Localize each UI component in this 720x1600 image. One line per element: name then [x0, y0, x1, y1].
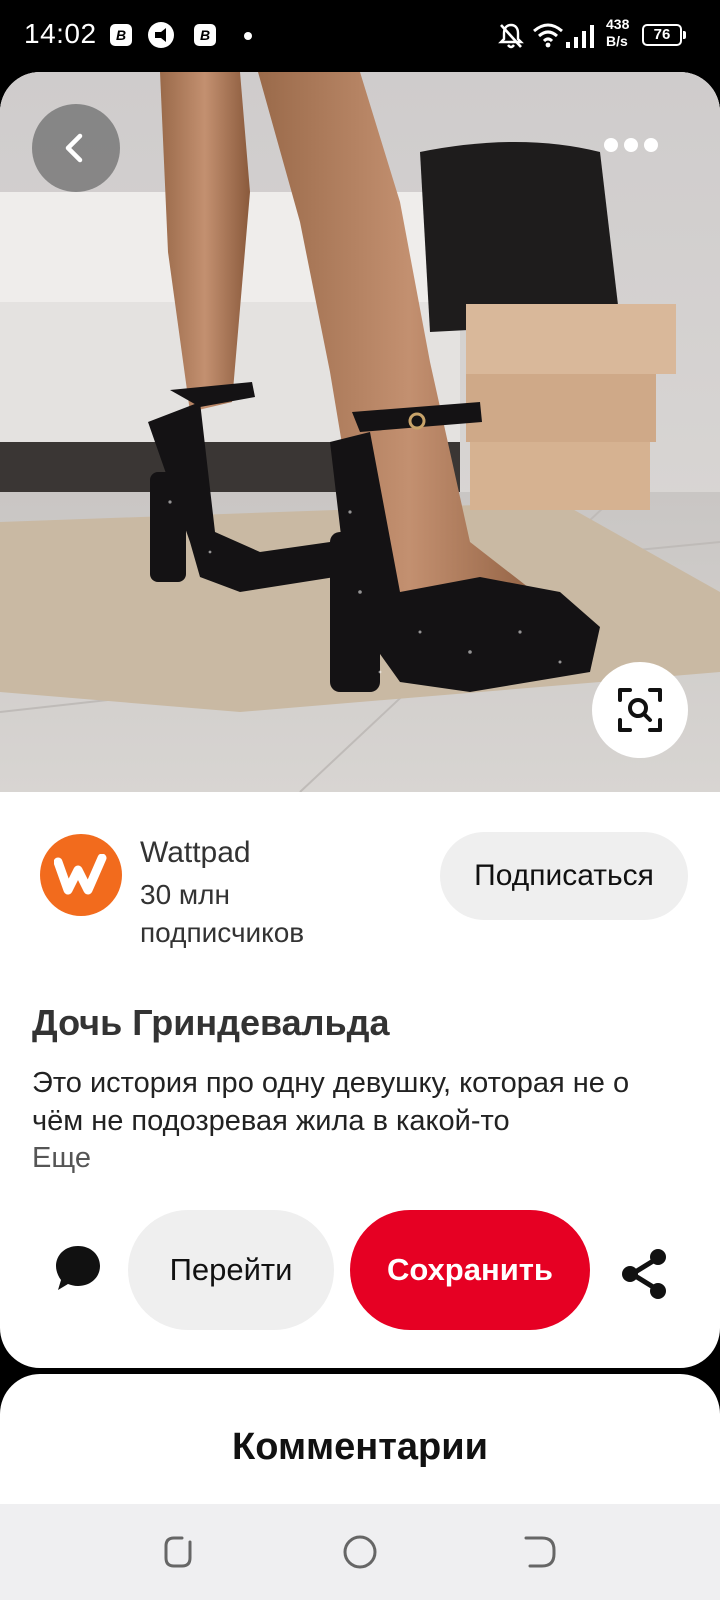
network-speed-value: 438 — [606, 16, 630, 32]
pin-image[interactable] — [0, 72, 720, 792]
comments-title: Комментарии — [232, 1426, 488, 1468]
back-arrow-icon — [65, 133, 83, 163]
avatar[interactable] — [40, 834, 122, 916]
dot-icon — [244, 32, 252, 40]
visual-search-icon — [618, 688, 662, 732]
creator-row: Wattpad 30 млн подписчиков Подписаться — [0, 808, 720, 968]
more-dots-icon[interactable] — [600, 124, 660, 168]
save-button[interactable]: Сохранить — [350, 1210, 590, 1330]
network-speed: 438 B/s — [606, 16, 629, 50]
comment-icon[interactable] — [54, 1244, 102, 1292]
mute-bell-icon — [498, 23, 524, 49]
signal-icon — [566, 25, 594, 48]
pin-card: Wattpad 30 млн подписчиков Подписаться Д… — [0, 72, 720, 1368]
battery-icon: 76 — [642, 24, 686, 46]
status-bar: 14:02 B B 438 B/s 76 — [0, 0, 720, 72]
share-icon[interactable] — [620, 1248, 668, 1300]
pin-title: Дочь Гриндевальда — [32, 1002, 390, 1043]
comments-sheet[interactable]: Комментарии — [0, 1374, 720, 1504]
wattpad-logo-icon — [54, 854, 107, 895]
follow-button[interactable]: Подписаться — [440, 832, 688, 920]
creator-name[interactable]: Wattpad — [140, 836, 251, 870]
more-link[interactable]: Еще — [32, 1142, 91, 1175]
recents-icon[interactable] — [160, 1532, 200, 1572]
status-time: 14:02 — [24, 18, 97, 49]
back-icon[interactable] — [520, 1532, 560, 1572]
pin-description: Это история про одну девушку, которая не… — [32, 1067, 630, 1137]
network-speed-unit: B/s — [606, 33, 628, 49]
action-row: Перейти Сохранить — [0, 1206, 720, 1330]
home-icon[interactable] — [340, 1532, 380, 1572]
bitcoin-app-icon-2: B — [194, 24, 216, 46]
megaphone-icon — [148, 22, 174, 48]
visual-search-button[interactable] — [592, 662, 688, 758]
creator-followers: 30 млн подписчиков — [140, 879, 305, 948]
system-nav-bar — [0, 1504, 720, 1600]
goto-button[interactable]: Перейти — [128, 1210, 334, 1330]
back-button[interactable] — [32, 104, 120, 192]
bitcoin-app-icon: B — [110, 24, 132, 46]
wifi-icon — [533, 23, 563, 48]
